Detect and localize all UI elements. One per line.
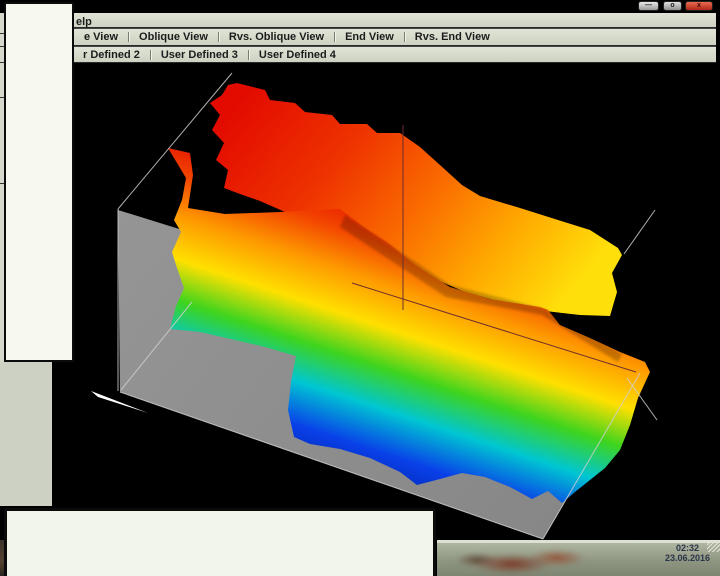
overlay-box-bottom bbox=[4, 508, 436, 576]
viewport-3d[interactable] bbox=[0, 63, 720, 540]
menu-bar: elp bbox=[0, 13, 716, 28]
minimize-button[interactable]: — bbox=[638, 1, 659, 11]
resize-grip[interactable] bbox=[707, 540, 720, 552]
bottom-left-sliver bbox=[0, 540, 4, 576]
clock[interactable]: 02:32 23.06.2016 bbox=[665, 543, 710, 563]
close-button[interactable]: x bbox=[685, 1, 713, 11]
clock-time: 02:32 bbox=[665, 543, 710, 553]
background-photo-strip bbox=[0, 0, 720, 13]
tab-separator bbox=[150, 50, 151, 60]
toolbar-button-rvs-end-view[interactable]: Rvs. End View bbox=[407, 31, 498, 43]
overlay-box-left bbox=[4, 2, 74, 362]
overlay-box-gray bbox=[0, 362, 52, 506]
surface-plot-canvas bbox=[0, 63, 720, 540]
tab-user-defined-2[interactable]: r Defined 2 bbox=[75, 49, 148, 61]
tab-user-defined-3[interactable]: User Defined 3 bbox=[153, 49, 246, 61]
screen: — o x bbox=[0, 0, 720, 576]
tab-user-defined-4[interactable]: User Defined 4 bbox=[251, 49, 344, 61]
tab-bar: r Defined 2 User Defined 3 User Defined … bbox=[0, 46, 716, 63]
taskbar-photo-blob bbox=[437, 544, 627, 576]
menu-item-help[interactable]: elp bbox=[76, 16, 92, 28]
toolbar-separator bbox=[404, 32, 405, 42]
toolbar-separator bbox=[218, 32, 219, 42]
toolbar-separator bbox=[334, 32, 335, 42]
toolbar-button-rvs-oblique-view[interactable]: Rvs. Oblique View bbox=[221, 31, 332, 43]
clock-date: 23.06.2016 bbox=[665, 553, 710, 563]
tab-separator bbox=[248, 50, 249, 60]
toolbar-button-oblique-view[interactable]: Oblique View bbox=[131, 31, 216, 43]
maximize-button[interactable]: o bbox=[663, 1, 682, 11]
toolbar-button-view[interactable]: e View bbox=[76, 31, 126, 43]
view-toolbar: e View Oblique View Rvs. Oblique View En… bbox=[0, 28, 716, 46]
taskbar[interactable]: TR 02:32 23.06.2016 bbox=[437, 540, 720, 576]
toolbar-separator bbox=[128, 32, 129, 42]
toolbar-button-end-view[interactable]: End View bbox=[337, 31, 402, 43]
